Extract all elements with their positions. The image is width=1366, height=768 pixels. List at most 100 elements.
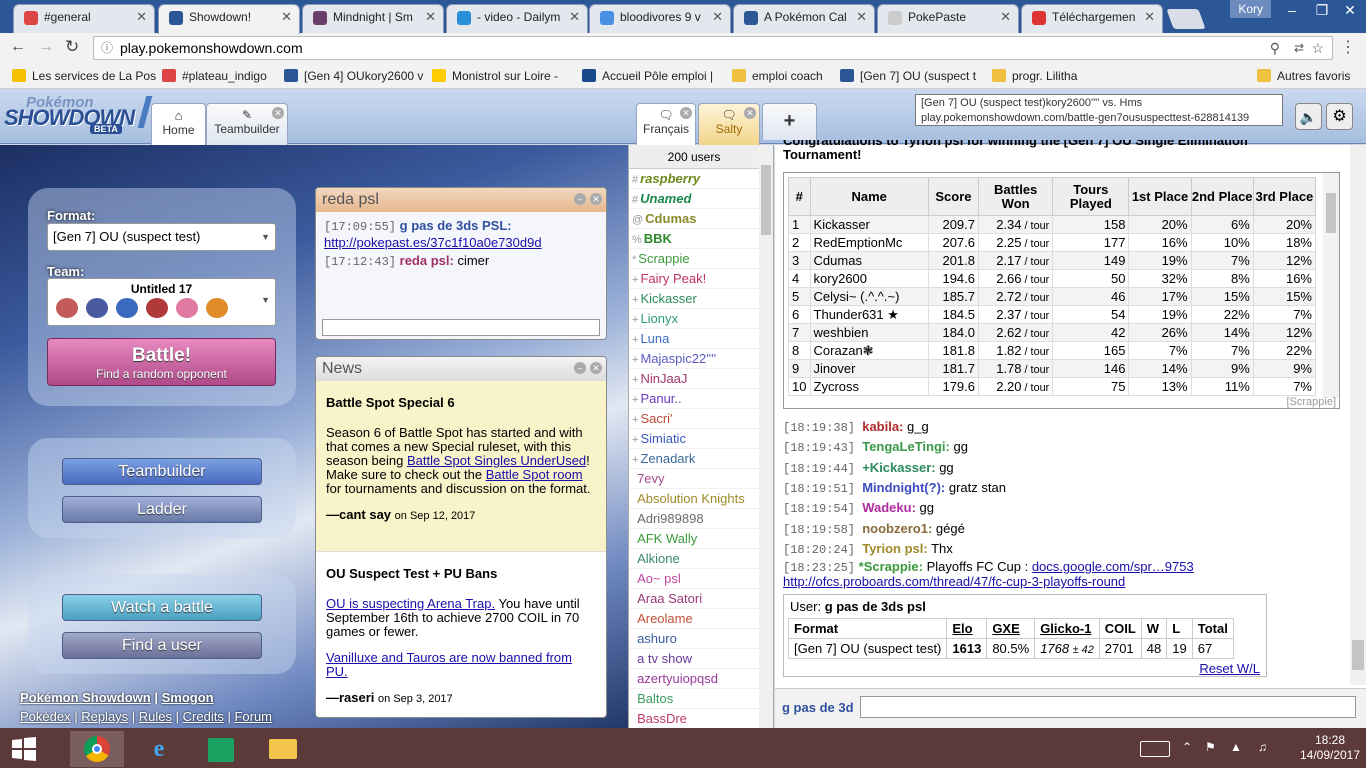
footer-rules-link[interactable]: Rules bbox=[139, 709, 172, 724]
stats-header[interactable]: Glicko-1 bbox=[1034, 618, 1100, 639]
bookmark-item[interactable]: [Gen 7] OU (suspect t bbox=[838, 67, 976, 85]
close-pane-icon[interactable]: ✕ bbox=[590, 362, 602, 374]
browser-tab[interactable]: Mindnight | Sm ✕ bbox=[302, 4, 444, 33]
chat-user[interactable]: Wadeku: bbox=[862, 500, 916, 515]
userlist-item[interactable]: + Kickasser bbox=[629, 289, 759, 309]
bookmark-item[interactable]: Monistrol sur Loire - bbox=[430, 67, 558, 85]
chat-user[interactable]: *Scrappie: bbox=[859, 559, 923, 574]
bookmark-item[interactable]: Les services de La Pos bbox=[10, 67, 156, 85]
new-tab-button[interactable] bbox=[1166, 9, 1206, 29]
userlist-item[interactable]: # Unamed bbox=[629, 189, 759, 209]
userlist-item[interactable]: % BBK bbox=[629, 229, 759, 249]
footer-showdown-link[interactable]: Pokémon Showdown bbox=[20, 690, 151, 705]
star-icon[interactable]: ☆ bbox=[1311, 37, 1324, 59]
chrome-taskbar-icon[interactable] bbox=[70, 731, 124, 767]
news-link[interactable]: Battle Spot Singles UnderUsed bbox=[407, 453, 586, 468]
leaderboard-header[interactable]: Score bbox=[927, 177, 980, 216]
leaderboard-header[interactable]: 2nd Place bbox=[1190, 177, 1254, 216]
userlist-item[interactable]: 7evy bbox=[629, 469, 759, 489]
tab-teambuilder[interactable]: ✎ Teambuilder ✕ bbox=[206, 103, 288, 145]
browser-tab[interactable]: PokePaste ✕ bbox=[877, 4, 1019, 33]
showdown-logo[interactable]: Pokémon SHOWDOWN BETA bbox=[4, 94, 153, 138]
teambuilder-button[interactable]: Teambuilder bbox=[62, 458, 262, 485]
format-select[interactable]: [Gen 7] OU (suspect test) ▼ bbox=[47, 223, 276, 251]
pm-link[interactable]: http://pokepast.es/37c1f10a0e730d9d bbox=[324, 235, 542, 250]
leaderboard-scrollbar[interactable] bbox=[1323, 173, 1339, 398]
browser-tab[interactable]: A Pokémon Cal ✕ bbox=[733, 4, 875, 33]
gear-icon[interactable]: ⚙ bbox=[1326, 103, 1353, 130]
close-pane-icon[interactable]: ✕ bbox=[590, 193, 602, 205]
leaderboard-header[interactable]: 1st Place bbox=[1128, 177, 1192, 216]
close-tab-icon[interactable]: ✕ bbox=[136, 5, 147, 29]
scrollbar-thumb[interactable] bbox=[1352, 640, 1364, 670]
userlist-item[interactable]: a tv show bbox=[629, 649, 759, 669]
leaderboard-header[interactable]: Tours Played bbox=[1052, 177, 1130, 216]
chat-user[interactable]: noobzero1: bbox=[862, 521, 932, 536]
browser-tab[interactable]: #general ✕ bbox=[13, 4, 155, 33]
userlist-item[interactable]: + Fairy Peak! bbox=[629, 269, 759, 289]
bookmark-item[interactable]: Accueil Pôle emploi | bbox=[580, 67, 713, 85]
news-link[interactable]: Vanilluxe and Tauros are now banned from… bbox=[326, 650, 572, 679]
chat-user[interactable]: +Kickasser: bbox=[862, 460, 935, 475]
new-room-button[interactable]: + bbox=[762, 103, 817, 140]
userlist-scrollbar[interactable] bbox=[759, 145, 773, 728]
userlist-item[interactable]: + Panur.. bbox=[629, 389, 759, 409]
userlist-item[interactable]: Ao~ psl bbox=[629, 569, 759, 589]
chat-input[interactable] bbox=[860, 696, 1356, 718]
close-tab-icon[interactable]: ✕ bbox=[856, 5, 867, 29]
tab-salty[interactable]: 🗨 Salty ✕ bbox=[698, 103, 760, 145]
watch-battle-button[interactable]: Watch a battle bbox=[62, 594, 262, 621]
forward-icon[interactable]: → bbox=[38, 38, 54, 56]
footer-replays-link[interactable]: Replays bbox=[81, 709, 128, 724]
userlist-item[interactable]: Alkione bbox=[629, 549, 759, 569]
userlist-item[interactable]: Baltos bbox=[629, 689, 759, 709]
close-tab-icon[interactable]: ✕ bbox=[281, 5, 292, 29]
userlist-item[interactable]: + Luna bbox=[629, 329, 759, 349]
chat-link[interactable]: docs.google.com/spr…9753 bbox=[1032, 559, 1194, 574]
close-tab-icon[interactable]: ✕ bbox=[1000, 5, 1011, 29]
userlist-item[interactable]: azertyuiopqsd bbox=[629, 669, 759, 689]
footer-pokedex-link[interactable]: Pokédex bbox=[20, 709, 71, 724]
sound-icon[interactable]: 🔈 bbox=[1295, 103, 1322, 130]
userlist-item[interactable]: * Scrappie bbox=[629, 249, 759, 269]
userlist-item[interactable]: + Sacri' bbox=[629, 409, 759, 429]
bookmark-item[interactable]: Autres favoris bbox=[1255, 67, 1350, 85]
footer-credits-link[interactable]: Credits bbox=[183, 709, 224, 724]
close-tab-icon[interactable]: ✕ bbox=[425, 5, 436, 29]
userlist-item[interactable]: + Simiatic bbox=[629, 429, 759, 449]
news-link[interactable]: Battle Spot room bbox=[486, 467, 583, 482]
keyboard-icon[interactable] bbox=[1140, 741, 1170, 757]
bookmark-item[interactable]: #plateau_indigo bbox=[160, 67, 267, 85]
userlist-item[interactable]: Adri989898 bbox=[629, 509, 759, 529]
action-center-icon[interactable]: ⚑ bbox=[1205, 740, 1216, 754]
chat-user[interactable]: TengaLeTingi: bbox=[862, 439, 950, 454]
bookmark-item[interactable]: [Gen 4] OUkory2600 v bbox=[282, 67, 423, 85]
store-icon[interactable] bbox=[194, 731, 248, 767]
tab-home[interactable]: ⌂ Home bbox=[151, 103, 206, 145]
scrollbar-thumb[interactable] bbox=[1326, 193, 1336, 233]
info-icon[interactable]: ⓘ bbox=[101, 37, 113, 59]
key-icon[interactable]: ⚲ bbox=[1270, 37, 1280, 59]
userlist-item[interactable]: + Lionyx bbox=[629, 309, 759, 329]
close-tab-icon[interactable]: ✕ bbox=[680, 107, 692, 119]
tab-francais[interactable]: 🗨 Français ✕ bbox=[636, 103, 696, 145]
userlist-item[interactable]: + Zenadark bbox=[629, 449, 759, 469]
signal-icon[interactable]: ▲ bbox=[1230, 740, 1242, 754]
userlist-item[interactable]: # raspberry bbox=[629, 169, 759, 189]
userlist-item[interactable]: + Majaspic22'''' bbox=[629, 349, 759, 369]
translate-icon[interactable]: ⇄ bbox=[1294, 37, 1304, 59]
userlist-item[interactable]: Areolame bbox=[629, 609, 759, 629]
pm-input[interactable] bbox=[322, 319, 600, 336]
leaderboard-header[interactable]: Name bbox=[809, 177, 929, 216]
find-user-button[interactable]: Find a user bbox=[62, 632, 262, 659]
userlist-item[interactable]: ashuro bbox=[629, 629, 759, 649]
browser-tab[interactable]: - video - Dailym ✕ bbox=[446, 4, 588, 33]
minimize-pane-icon[interactable]: – bbox=[574, 362, 586, 374]
userlist-item[interactable]: Absolution Knights bbox=[629, 489, 759, 509]
browser-tab[interactable]: bloodivores 9 v ✕ bbox=[589, 4, 731, 33]
reload-icon[interactable]: ↻ bbox=[65, 37, 79, 57]
chat-user[interactable]: Tyrion psl: bbox=[862, 541, 927, 556]
userlist-item[interactable]: Araa Satori bbox=[629, 589, 759, 609]
chat-scrollbar[interactable] bbox=[1350, 145, 1366, 685]
reset-wl-link[interactable]: Reset W/L bbox=[1199, 661, 1260, 676]
